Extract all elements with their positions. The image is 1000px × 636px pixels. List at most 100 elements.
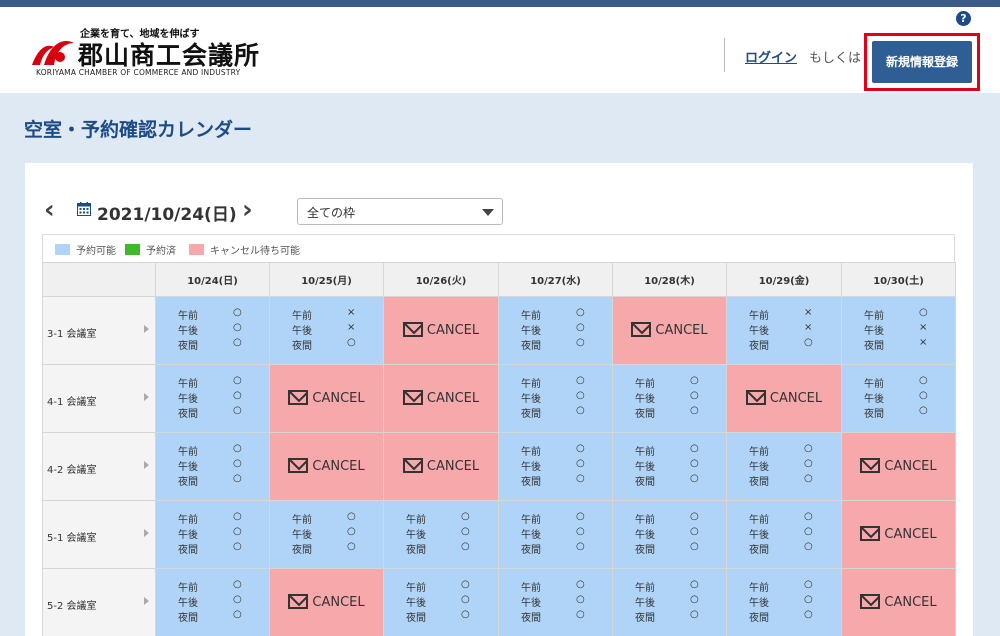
slot-row[interactable]: 午後 ○: [521, 526, 601, 541]
slot-row[interactable]: 夜間 ○: [749, 337, 829, 352]
slot-row[interactable]: 午後 ○: [749, 458, 829, 473]
cancel-waitlist-button[interactable]: CANCEL: [613, 322, 726, 338]
availability-cell[interactable]: 午前 ○ 午後 ○ 夜間 ○: [726, 568, 842, 636]
availability-cell[interactable]: 午前 ○ 午後 ○ 夜間 ○: [726, 500, 842, 569]
availability-cell[interactable]: 午前 ○ 午後 ○ 夜間 ○: [498, 500, 613, 569]
availability-cell[interactable]: 午前 × 午後 × 夜間 ○: [726, 296, 842, 365]
slot-row[interactable]: 午後 ○: [635, 594, 715, 609]
slot-row[interactable]: 午前 ○: [749, 443, 829, 458]
room-cell[interactable]: 5-2 会議室: [42, 568, 156, 636]
cancel-waitlist-button[interactable]: CANCEL: [270, 390, 383, 406]
slot-row[interactable]: 夜間 ○: [521, 473, 601, 488]
slot-row[interactable]: 午前 ○: [178, 375, 258, 390]
room-cell[interactable]: 4-1 会議室: [42, 364, 156, 433]
slot-row[interactable]: 夜間 ○: [864, 405, 944, 420]
slot-row[interactable]: 午後 ○: [406, 594, 486, 609]
cancel-waitlist-cell[interactable]: CANCEL: [383, 432, 499, 501]
availability-cell[interactable]: 午前 ○ 午後 ○ 夜間 ○: [383, 500, 499, 569]
availability-cell[interactable]: 午前 ○ 午後 ○ 夜間 ○: [841, 364, 956, 433]
slot-filter-select[interactable]: 全ての枠: [297, 198, 503, 225]
cancel-waitlist-cell[interactable]: CANCEL: [841, 568, 956, 636]
slot-row[interactable]: 夜間 ○: [178, 541, 258, 556]
cancel-waitlist-cell[interactable]: CANCEL: [726, 364, 842, 433]
availability-cell[interactable]: 午前 ○ 午後 ○ 夜間 ○: [612, 568, 727, 636]
slot-row[interactable]: 午後 ×: [749, 322, 829, 337]
cancel-waitlist-button[interactable]: CANCEL: [270, 458, 383, 474]
slot-row[interactable]: 午前 ○: [521, 579, 601, 594]
slot-row[interactable]: 午後 ○: [406, 526, 486, 541]
availability-cell[interactable]: 午前 ○ 午後 ○ 夜間 ○: [612, 500, 727, 569]
slot-row[interactable]: 夜間 ○: [521, 609, 601, 624]
slot-row[interactable]: 夜間 ○: [521, 541, 601, 556]
slot-row[interactable]: 夜間 ○: [292, 337, 372, 352]
slot-row[interactable]: 午後 ○: [521, 322, 601, 337]
slot-row[interactable]: 夜間 ○: [406, 609, 486, 624]
slot-row[interactable]: 午後 ○: [521, 594, 601, 609]
cancel-waitlist-button[interactable]: CANCEL: [384, 322, 498, 338]
slot-row[interactable]: 午後 ○: [521, 458, 601, 473]
slot-row[interactable]: 午前 ○: [749, 579, 829, 594]
help-icon[interactable]: ?: [956, 11, 971, 26]
slot-row[interactable]: 午後 ○: [635, 458, 715, 473]
next-day-button[interactable]: ›: [242, 197, 253, 223]
availability-cell[interactable]: 午前 ○ 午後 ○ 夜間 ○: [612, 364, 727, 433]
slot-row[interactable]: 夜間 ×: [864, 337, 944, 352]
slot-row[interactable]: 午前 ○: [635, 375, 715, 390]
slot-row[interactable]: 午前 ○: [635, 579, 715, 594]
slot-row[interactable]: 夜間 ○: [178, 473, 258, 488]
availability-cell[interactable]: 午前 ○ 午後 ○ 夜間 ○: [155, 364, 270, 433]
slot-row[interactable]: 夜間 ○: [406, 541, 486, 556]
availability-cell[interactable]: 午前 ○ 午後 ○ 夜間 ○: [155, 296, 270, 365]
slot-row[interactable]: 午後 ○: [292, 526, 372, 541]
room-cell[interactable]: 3-1 会議室: [42, 296, 156, 365]
slot-row[interactable]: 夜間 ○: [635, 541, 715, 556]
cancel-waitlist-button[interactable]: CANCEL: [842, 526, 955, 542]
slot-row[interactable]: 午前 ○: [178, 443, 258, 458]
slot-row[interactable]: 夜間 ○: [635, 609, 715, 624]
cancel-waitlist-button[interactable]: CANCEL: [270, 594, 383, 610]
slot-row[interactable]: 午後 ○: [749, 594, 829, 609]
availability-cell[interactable]: 午前 ○ 午後 ○ 夜間 ○: [498, 432, 613, 501]
room-cell[interactable]: 4-2 会議室: [42, 432, 156, 501]
cancel-waitlist-button[interactable]: CANCEL: [842, 458, 955, 474]
slot-row[interactable]: 午後 ○: [178, 322, 258, 337]
slot-row[interactable]: 午前 ○: [521, 443, 601, 458]
slot-row[interactable]: 午後 ○: [178, 390, 258, 405]
availability-cell[interactable]: 午前 ○ 午後 ○ 夜間 ○: [155, 568, 270, 636]
prev-day-button[interactable]: ‹: [44, 197, 55, 223]
slot-row[interactable]: 午前 ○: [521, 307, 601, 322]
slot-row[interactable]: 午後 ○: [178, 458, 258, 473]
cancel-waitlist-cell[interactable]: CANCEL: [383, 364, 499, 433]
cancel-waitlist-cell[interactable]: CANCEL: [612, 296, 727, 365]
availability-cell[interactable]: 午前 ○ 午後 ○ 夜間 ○: [383, 568, 499, 636]
availability-cell[interactable]: 午前 × 午後 × 夜間 ○: [269, 296, 384, 365]
availability-cell[interactable]: 午前 ○ 午後 ○ 夜間 ○: [498, 568, 613, 636]
availability-cell[interactable]: 午前 ○ 午後 ○ 夜間 ○: [155, 500, 270, 569]
cancel-waitlist-cell[interactable]: CANCEL: [269, 364, 384, 433]
cancel-waitlist-button[interactable]: CANCEL: [842, 594, 955, 610]
availability-cell[interactable]: 午前 ○ 午後 ○ 夜間 ○: [612, 432, 727, 501]
slot-row[interactable]: 夜間 ○: [178, 609, 258, 624]
slot-row[interactable]: 夜間 ○: [749, 541, 829, 556]
slot-row[interactable]: 午前 ○: [292, 511, 372, 526]
slot-row[interactable]: 夜間 ○: [521, 337, 601, 352]
slot-row[interactable]: 夜間 ○: [749, 473, 829, 488]
availability-cell[interactable]: 午前 ○ 午後 × 夜間 ×: [841, 296, 956, 365]
slot-row[interactable]: 夜間 ○: [521, 405, 601, 420]
slot-row[interactable]: 夜間 ○: [178, 405, 258, 420]
cancel-waitlist-cell[interactable]: CANCEL: [841, 500, 956, 569]
slot-row[interactable]: 午前 ○: [178, 307, 258, 322]
slot-row[interactable]: 午前 ○: [521, 375, 601, 390]
slot-row[interactable]: 午後 ○: [178, 526, 258, 541]
cancel-waitlist-button[interactable]: CANCEL: [384, 458, 498, 474]
slot-row[interactable]: 午前 ○: [521, 511, 601, 526]
slot-row[interactable]: 午前 ○: [635, 443, 715, 458]
site-logo[interactable]: 企業を育て、地域を伸ばす 郡山商工会議所 KORIYAMA CHAMBER OF…: [30, 25, 259, 81]
room-cell[interactable]: 5-1 会議室: [42, 500, 156, 569]
slot-row[interactable]: 午後 ×: [292, 322, 372, 337]
slot-row[interactable]: 午前 ○: [635, 511, 715, 526]
slot-row[interactable]: 午前 ○: [178, 579, 258, 594]
slot-row[interactable]: 午後 ○: [864, 390, 944, 405]
cancel-waitlist-cell[interactable]: CANCEL: [383, 296, 499, 365]
cancel-waitlist-cell[interactable]: CANCEL: [269, 568, 384, 636]
